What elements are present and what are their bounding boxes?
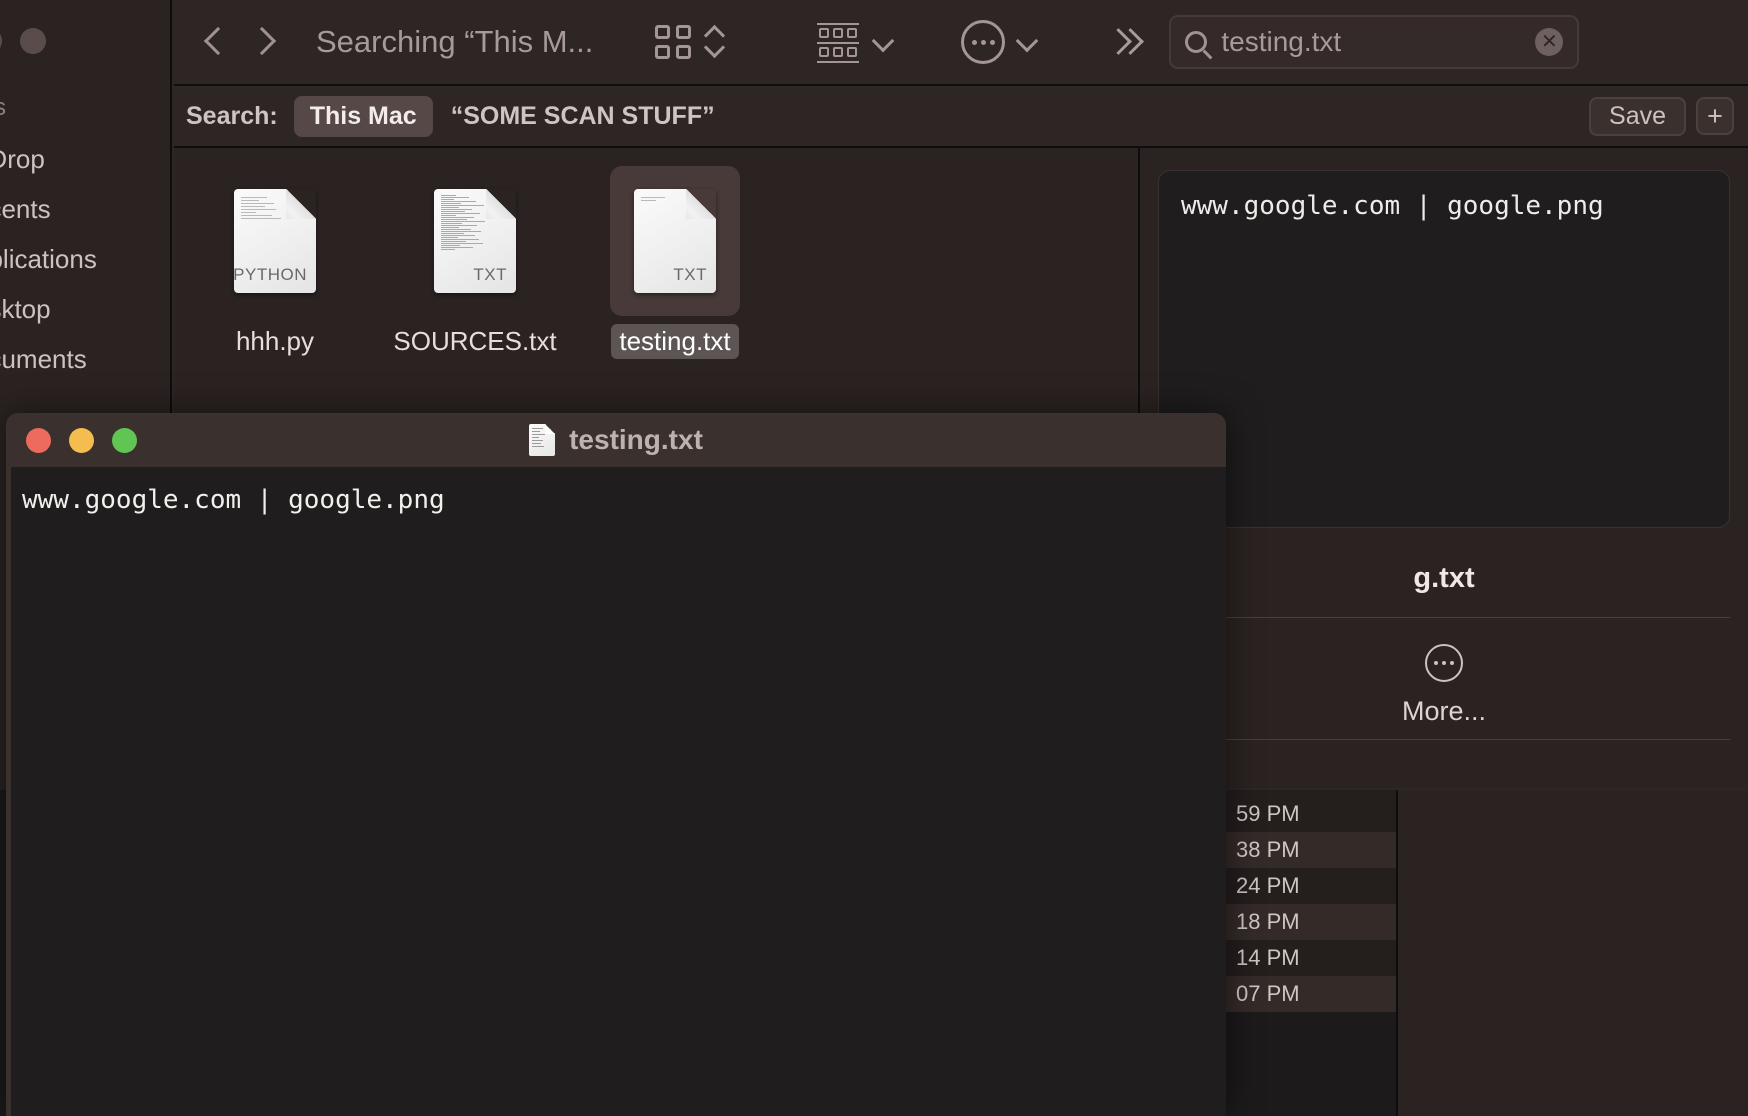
list-item[interactable]: 18 PM [1222, 904, 1396, 940]
action-menu-control[interactable] [961, 20, 1037, 64]
chevron-down-icon[interactable] [1017, 32, 1037, 52]
textedit-traffic-lights [26, 428, 137, 453]
sidebar-item-recents[interactable]: ecents [0, 184, 184, 234]
group-by-icon[interactable] [815, 21, 861, 63]
minimize-button[interactable] [20, 28, 46, 54]
python-document-icon: PYTHON [234, 189, 316, 293]
list-item[interactable]: 59 PM [1222, 796, 1396, 832]
view-control[interactable] [653, 22, 723, 62]
list-item[interactable]: 38 PM [1222, 832, 1396, 868]
preview-divider [1158, 739, 1730, 740]
page-title: Searching “This M... [316, 24, 593, 60]
search-value: testing.txt [1221, 26, 1521, 58]
timestamp-value: 24 PM [1236, 873, 1300, 898]
search-scope-bar: Search: This Mac “SOME SCAN STUFF” Save … [174, 86, 1748, 148]
add-filter-button[interactable]: + [1696, 97, 1734, 135]
timestamp-value: 14 PM [1236, 945, 1300, 970]
circle-ellipsis-icon [1425, 644, 1463, 682]
list-item[interactable]: 07 PM [1222, 976, 1396, 1012]
file-icon-container: TXT [410, 166, 540, 316]
sidebar-item-desktop[interactable]: esktop [0, 284, 184, 334]
preview-filename: g.txt [1158, 562, 1730, 618]
list-item[interactable]: 24 PM [1222, 868, 1396, 904]
zoom-button[interactable] [112, 428, 137, 453]
file-item-sources-txt[interactable]: TXT SOURCES.txt [410, 166, 540, 359]
sidebar-favorites-section: tes irDrop ecents pplications esktop ocu… [0, 90, 184, 384]
background-timestamp-list[interactable]: 54 PM 59 PM 38 PM 24 PM 18 PM 14 PM 07 P… [1222, 760, 1398, 1116]
textedit-title-group: testing.txt [6, 413, 1226, 467]
file-name-label: SOURCES.txt [385, 324, 564, 359]
preview-content-text: www.google.com | google.png [1181, 191, 1707, 221]
sidebar-item-applications[interactable]: pplications [0, 234, 184, 284]
timestamp-value: 38 PM [1236, 837, 1300, 862]
file-item-testing-txt[interactable]: TXT testing.txt [610, 166, 740, 359]
file-kind-label: PYTHON [233, 265, 307, 285]
file-name-label: hhh.py [228, 324, 322, 359]
file-icon-container: TXT [610, 166, 740, 316]
navigation-buttons [204, 25, 274, 59]
file-icon-container: PYTHON [210, 166, 340, 316]
timestamp-value: 18 PM [1236, 909, 1300, 934]
finder-toolbar: Searching “This M... [174, 0, 1748, 86]
chevron-down-icon[interactable] [873, 32, 893, 52]
textedit-title: testing.txt [569, 424, 703, 456]
file-kind-label: TXT [673, 265, 707, 285]
scope-bar-actions: Save + [1589, 97, 1748, 136]
up-down-chevron-icon[interactable] [705, 22, 723, 62]
grid-view-icon[interactable] [653, 22, 693, 62]
preview-pane: www.google.com | google.png g.txt More..… [1140, 148, 1748, 788]
more-label: More... [1402, 696, 1486, 727]
save-search-button[interactable]: Save [1589, 97, 1686, 136]
finder-traffic-lights[interactable] [0, 28, 46, 54]
scope-tab-this-mac[interactable]: This Mac [294, 96, 433, 137]
timestamp-value: 07 PM [1236, 981, 1300, 1006]
clear-icon[interactable]: ✕ [1535, 28, 1563, 56]
textedit-left-edge [6, 467, 11, 1116]
scope-tab-folder[interactable]: “SOME SCAN STUFF” [451, 102, 715, 131]
close-button[interactable] [26, 428, 51, 453]
chevron-right-icon[interactable] [252, 25, 274, 59]
file-item-hhh-py[interactable]: PYTHON hhh.py [210, 166, 340, 359]
close-button[interactable] [0, 28, 2, 54]
minimize-button[interactable] [69, 428, 94, 453]
textedit-titlebar[interactable]: testing.txt [6, 413, 1226, 467]
text-document-icon: TXT [634, 189, 716, 293]
list-item[interactable]: 14 PM [1222, 940, 1396, 976]
file-name-label: testing.txt [611, 324, 738, 359]
textedit-body-text: www.google.com | google.png [22, 485, 1210, 515]
sidebar-item-documents[interactable]: ocuments [0, 334, 184, 384]
search-scope-label: Search: [186, 102, 278, 131]
circle-ellipsis-icon[interactable] [961, 20, 1005, 64]
search-input[interactable]: testing.txt ✕ [1169, 15, 1579, 69]
sidebar-item-airdrop[interactable]: irDrop [0, 134, 184, 184]
file-preview-card: www.google.com | google.png [1158, 170, 1730, 528]
double-chevron-right-icon[interactable] [1109, 24, 1143, 60]
text-document-icon: TXT [434, 189, 516, 293]
textedit-text-area[interactable]: www.google.com | google.png [6, 467, 1226, 1116]
file-kind-label: TXT [473, 265, 507, 285]
timestamp-value: 59 PM [1236, 801, 1300, 826]
sidebar-section-header: tes [0, 90, 184, 134]
text-document-icon [529, 424, 555, 456]
textedit-window[interactable]: testing.txt www.google.com | google.png [6, 413, 1226, 1116]
group-by-control[interactable] [815, 21, 893, 63]
file-icon-grid: PYTHON hhh.py [210, 166, 1138, 359]
more-button[interactable]: More... [1158, 644, 1730, 727]
search-icon [1185, 31, 1207, 53]
chevron-left-icon[interactable] [204, 25, 226, 59]
